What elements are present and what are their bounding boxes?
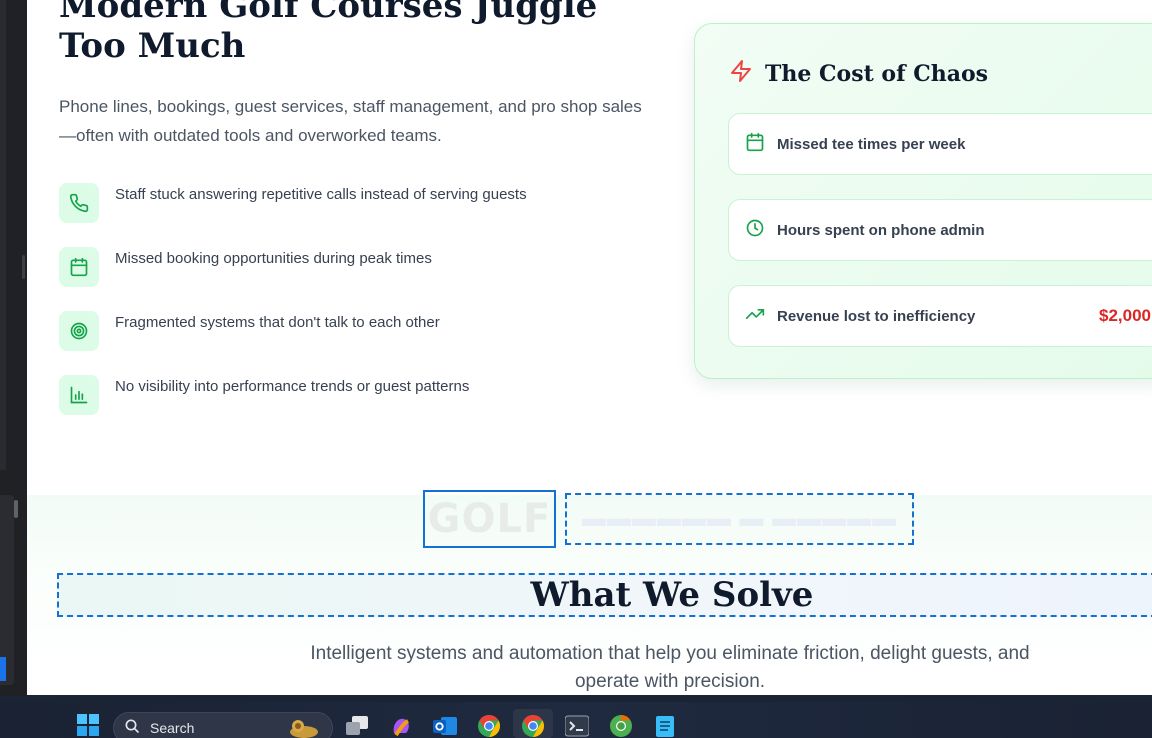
pain-point-text: No visibility into performance trends or…: [115, 378, 470, 395]
outlook-icon[interactable]: [433, 714, 457, 738]
stat-value: $2,000: [1099, 306, 1151, 325]
pain-point-text: Staff stuck answering repetitive calls i…: [115, 186, 527, 203]
stat-label: Revenue lost to inefficiency: [777, 307, 976, 325]
terminal-icon[interactable]: [565, 714, 589, 738]
golf-logo-selected[interactable]: GOLF: [423, 490, 556, 548]
stat-row-revenue-lost: Revenue lost to inefficiency $2,000: [728, 285, 1152, 347]
clock-icon: [745, 218, 765, 243]
section-subtitle: Intelligent systems and automation that …: [310, 643, 1030, 692]
task-view-icon[interactable]: [345, 714, 369, 738]
cost-of-chaos-card: The Cost of Chaos Missed tee times per w…: [694, 23, 1152, 379]
copilot-icon[interactable]: [389, 714, 413, 738]
background-scroll-handle[interactable]: [14, 500, 18, 518]
trending-up-icon: [745, 304, 765, 329]
hero-title: Modern Golf Courses Juggle Too Much: [59, 0, 598, 66]
logo-text: GOLF: [427, 496, 552, 542]
stat-row-missed-tee-times: Missed tee times per week: [728, 113, 1152, 175]
pain-point-item: Fragmented systems that don't talk to ea…: [59, 311, 639, 375]
pain-point-item: No visibility into performance trends or…: [59, 375, 639, 439]
card-title: The Cost of Chaos: [765, 60, 989, 87]
pain-point-item: Missed booking opportunities during peak…: [59, 247, 639, 311]
background-panel: [0, 0, 6, 470]
stat-row-phone-admin-hours: Hours spent on phone admin: [728, 199, 1152, 261]
section-title: What We Solve: [530, 575, 814, 615]
chrome-icon[interactable]: [477, 714, 501, 738]
background-accent: [0, 657, 6, 681]
windows-taskbar: Search: [0, 702, 1152, 738]
phone-icon: [59, 183, 99, 223]
search-placeholder: Search: [150, 720, 195, 736]
pain-point-list: Staff stuck answering repetitive calls i…: [59, 183, 639, 439]
target-icon: [59, 311, 99, 351]
chrome-active-icon[interactable]: [521, 714, 545, 738]
stat-label: Missed tee times per week: [777, 135, 966, 153]
calendar-icon: [59, 247, 99, 287]
notepad-icon[interactable]: [653, 714, 677, 738]
background-window-strip: [0, 0, 27, 696]
card-header: The Cost of Chaos: [729, 58, 988, 89]
background-resize-handle[interactable]: [22, 255, 25, 279]
web-page: Modern Golf Courses Juggle Too Much Phon…: [27, 0, 1152, 695]
search-highlight-icon: [286, 718, 322, 738]
pain-point-item: Staff stuck answering repetitive calls i…: [59, 183, 639, 247]
search-icon: [124, 718, 140, 738]
faded-tagline: ▬▬▬▬▬▬ ▬ ▬▬▬▬▬: [581, 505, 898, 532]
faded-tagline-selection[interactable]: ▬▬▬▬▬▬ ▬ ▬▬▬▬▬: [565, 493, 914, 545]
bar-chart-icon: [59, 375, 99, 415]
hero-subtitle: Phone lines, bookings, guest services, s…: [59, 97, 642, 145]
stat-label: Hours spent on phone admin: [777, 221, 985, 239]
chrome-canary-icon[interactable]: [609, 714, 633, 738]
pain-point-text: Fragmented systems that don't talk to ea…: [115, 314, 440, 331]
calendar-icon: [745, 132, 765, 157]
windows-start-icon[interactable]: [76, 713, 100, 737]
lightning-icon: [729, 58, 753, 89]
taskbar-search[interactable]: Search: [113, 712, 333, 738]
pain-point-text: Missed booking opportunities during peak…: [115, 250, 432, 267]
